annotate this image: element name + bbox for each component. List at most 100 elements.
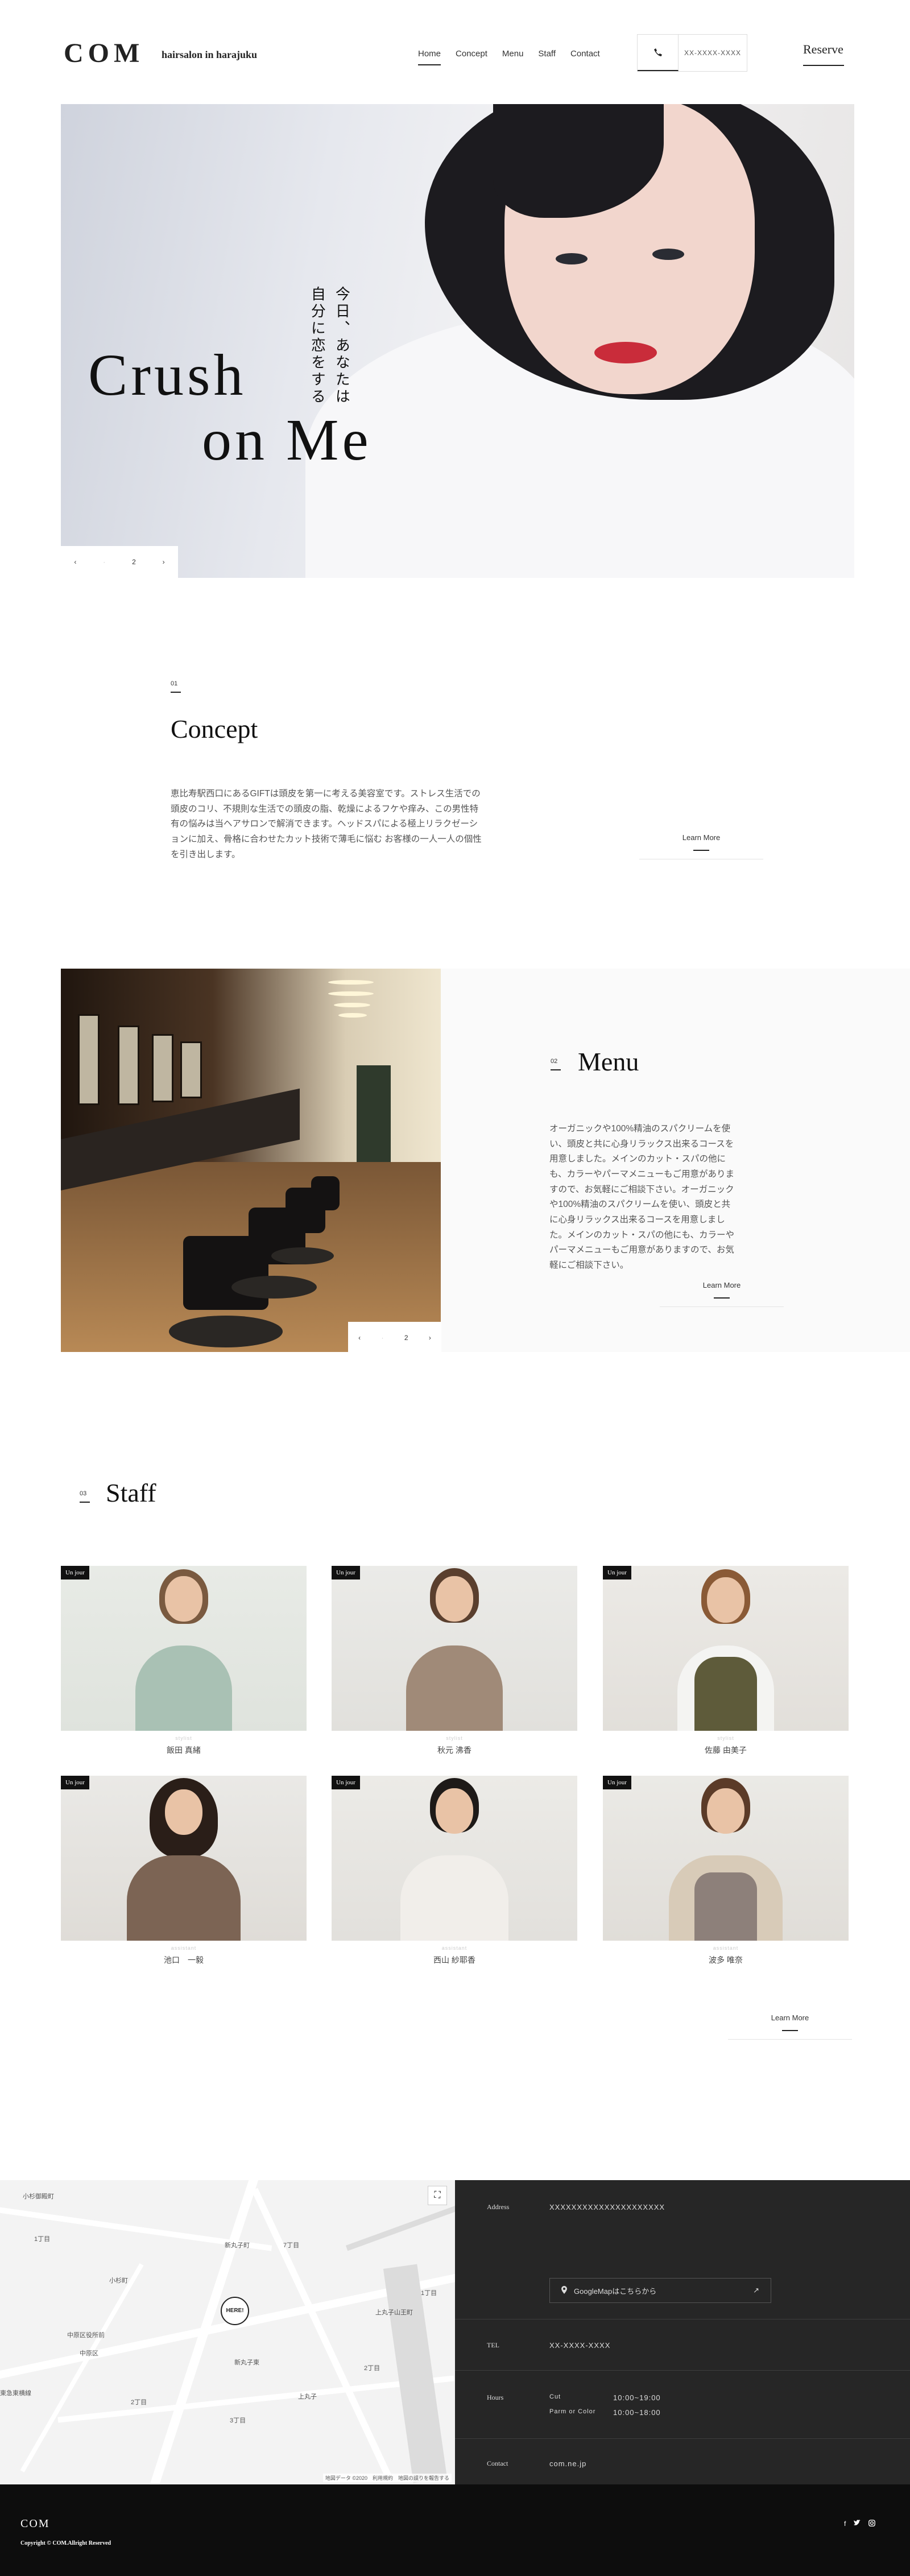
hours-item: Parm or Color bbox=[549, 2408, 596, 2415]
staff-card[interactable]: Un jour stylist 佐藤 由美子 bbox=[603, 1566, 849, 1756]
hero-pager: ‹ · 2 › bbox=[61, 546, 178, 578]
staff-badge: Un jour bbox=[603, 1776, 631, 1789]
info-row-address: Address XXXXXXXXXXXXXXXXXXXXX GoogleMapは… bbox=[455, 2180, 910, 2319]
staff-role: stylist bbox=[446, 1735, 463, 1741]
copyright: Copyright © COM.Allright Reserved bbox=[20, 2540, 111, 2546]
staff-title: Staff bbox=[106, 1478, 156, 1507]
staff-card[interactable]: Un jour assistant 西山 紗耶香 bbox=[332, 1776, 577, 1966]
hero-lips bbox=[594, 342, 657, 363]
map-road bbox=[57, 2375, 454, 2423]
map-label: 新丸子町 bbox=[225, 2242, 250, 2249]
address-value: XXXXXXXXXXXXXXXXXXXXX bbox=[549, 2203, 665, 2211]
salon-image bbox=[61, 969, 441, 1352]
map-label: 小杉御殿町 bbox=[23, 2193, 54, 2200]
fullscreen-icon[interactable]: ⛶ bbox=[428, 2186, 447, 2205]
staff-face bbox=[707, 1788, 744, 1834]
menu-number: 02 bbox=[551, 1058, 561, 1070]
twitter-icon[interactable] bbox=[854, 2520, 861, 2528]
phone-box[interactable]: XX-XXXX-XXXX bbox=[637, 34, 747, 72]
logo[interactable]: COM bbox=[64, 38, 144, 69]
staff-card[interactable]: Un jour stylist 飯田 真緒 bbox=[61, 1566, 307, 1756]
tel-value[interactable]: XX-XXXX-XXXX bbox=[549, 2341, 610, 2350]
info-row-hours: Hours Cut 10:00~19:00 Parm or Color 10:0… bbox=[455, 2371, 910, 2439]
staff-card[interactable]: Un jour assistant 池口 一毅 bbox=[61, 1776, 307, 1966]
nav-home[interactable]: Home bbox=[418, 49, 441, 65]
mirror bbox=[118, 1026, 139, 1105]
concept-learn-more[interactable]: Learn More bbox=[639, 833, 763, 859]
pager-next-button[interactable]: › bbox=[429, 1334, 431, 1342]
map-label: 東急東横線 bbox=[0, 2390, 31, 2397]
phone-number: XX-XXXX-XXXX bbox=[684, 49, 742, 57]
hero-title-line2: on Me bbox=[202, 407, 372, 473]
staff-role: stylist bbox=[175, 1735, 192, 1741]
staff-face bbox=[165, 1789, 202, 1835]
footer: COM Copyright © COM.Allright Reserved f bbox=[0, 2484, 910, 2576]
hours-item: Cut bbox=[549, 2393, 561, 2400]
chair bbox=[311, 1176, 340, 1210]
pager-dot[interactable]: · bbox=[103, 558, 105, 566]
contact-value[interactable]: com.ne.jp bbox=[549, 2459, 586, 2468]
staff-name: 池口 一毅 bbox=[164, 1955, 204, 1965]
instagram-icon[interactable] bbox=[868, 2520, 876, 2528]
staff-name: 飯田 真緒 bbox=[167, 1746, 201, 1755]
map-label: 上丸子 bbox=[298, 2393, 317, 2400]
pager-prev-button[interactable]: ‹ bbox=[74, 558, 76, 566]
staff-card[interactable]: Un jour assistant 波多 唯奈 bbox=[603, 1776, 849, 1966]
map-label: 7丁目 bbox=[283, 2242, 300, 2249]
staff-photo: Un jour bbox=[61, 1776, 307, 1941]
menu-text: オーガニックや100%精油のスパクリームを使い、頭皮と共に心身リラックス出来るコ… bbox=[549, 1124, 735, 1270]
facebook-icon[interactable]: f bbox=[844, 2520, 846, 2528]
staff-badge: Un jour bbox=[332, 1566, 360, 1579]
staff-body bbox=[406, 1645, 503, 1731]
nav-staff[interactable]: Staff bbox=[538, 49, 556, 65]
map-attribution[interactable]: 地図データ ©2020 利用規約 地図の誤りを報告する bbox=[322, 2474, 452, 2482]
map-label: 3丁目 bbox=[230, 2417, 246, 2424]
google-map-button-label: GoogleMapはこちらから bbox=[574, 2286, 657, 2296]
concept-text: 恵比寿駅西口にあるGIFTは頭皮を第一に考える美容室です。ストレス生活での頭皮の… bbox=[171, 789, 482, 859]
hours-time: 10:00~18:00 bbox=[613, 2408, 661, 2417]
staff-card[interactable]: Un jour stylist 秋元 沸香 bbox=[332, 1566, 577, 1756]
tagline: hairsalon in harajuku bbox=[162, 49, 258, 60]
staff-face bbox=[436, 1788, 473, 1834]
address-label: Address bbox=[487, 2203, 510, 2211]
nav-menu[interactable]: Menu bbox=[502, 49, 524, 65]
chair-base bbox=[169, 1316, 283, 1347]
phone-icon[interactable] bbox=[638, 35, 679, 71]
staff-top bbox=[694, 1872, 757, 1941]
info-row-tel: TEL XX-XXXX-XXXX bbox=[455, 2319, 910, 2371]
staff-body bbox=[127, 1855, 241, 1941]
reserve-button[interactable]: Reserve bbox=[803, 42, 844, 66]
lamp bbox=[338, 1013, 367, 1018]
pager-prev-button[interactable]: ‹ bbox=[358, 1334, 361, 1342]
map-marker[interactable]: HERE! bbox=[221, 2297, 249, 2325]
staff-photo: Un jour bbox=[332, 1566, 577, 1731]
map-label: 1丁目 bbox=[34, 2236, 51, 2243]
pager-dot[interactable]: · bbox=[381, 1334, 383, 1342]
mirror bbox=[78, 1014, 100, 1105]
hours-label: Hours bbox=[487, 2393, 504, 2401]
pin-icon bbox=[561, 2285, 567, 2296]
salon-door bbox=[357, 1065, 391, 1162]
social-links: f bbox=[844, 2520, 876, 2528]
staff-learn-more[interactable]: Learn More bbox=[728, 2013, 852, 2040]
staff-role: assistant bbox=[171, 1945, 197, 1951]
lamp bbox=[334, 1003, 370, 1007]
mirror bbox=[180, 1041, 202, 1098]
staff-number: 03 bbox=[80, 1490, 90, 1503]
pager-next-button[interactable]: › bbox=[163, 558, 165, 566]
map[interactable]: 小杉御殿町 1丁目 新丸子町 小杉町 7丁目 上丸子山王町 中原区役所前 中原区… bbox=[0, 2180, 455, 2484]
staff-face bbox=[436, 1576, 473, 1622]
staff-badge: Un jour bbox=[603, 1566, 631, 1579]
nav-contact[interactable]: Contact bbox=[570, 49, 600, 65]
nav-concept[interactable]: Concept bbox=[456, 49, 487, 65]
google-map-button[interactable]: GoogleMapはこちらから ↗ bbox=[549, 2278, 771, 2303]
staff-badge: Un jour bbox=[61, 1566, 89, 1579]
staff-name: 西山 紗耶香 bbox=[433, 1955, 475, 1965]
tel-label: TEL bbox=[487, 2341, 499, 2349]
staff-name: 波多 唯奈 bbox=[709, 1955, 743, 1965]
staff-body bbox=[135, 1645, 232, 1731]
footer-logo[interactable]: COM bbox=[20, 2517, 50, 2530]
menu-title: Menu bbox=[578, 1047, 639, 1076]
staff-vest bbox=[694, 1657, 757, 1731]
menu-learn-more[interactable]: Learn More bbox=[660, 1281, 784, 1307]
